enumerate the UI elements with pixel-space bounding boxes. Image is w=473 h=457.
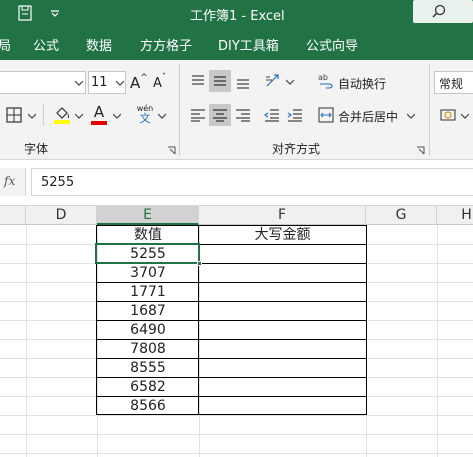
tab-layout[interactable]: 局 bbox=[0, 35, 11, 54]
insert-function-button[interactable]: fx bbox=[0, 168, 26, 196]
grow-font-label: A bbox=[130, 74, 141, 92]
tab-formula-wizard[interactable]: 公式向导 bbox=[306, 35, 358, 54]
svg-text:ab: ab bbox=[318, 73, 328, 82]
column-header-f[interactable]: F bbox=[199, 206, 366, 225]
save-icon[interactable] bbox=[18, 5, 32, 21]
align-right-icon[interactable] bbox=[235, 108, 251, 122]
quick-access-dropdown-icon[interactable] bbox=[50, 8, 60, 18]
align-middle-icon bbox=[214, 76, 226, 86]
align-center-button[interactable] bbox=[209, 104, 231, 126]
column-header-d[interactable]: D bbox=[26, 206, 97, 225]
search-box[interactable] bbox=[413, 0, 473, 23]
font-size-value: 11 bbox=[91, 75, 108, 90]
dialog-launcher-icon[interactable] bbox=[167, 146, 176, 155]
ribbon-home: 11 A ^ Aˇ A wén 文 字体 ab 自动换行 合并后居中 对齐方式 … bbox=[0, 60, 473, 160]
ribbon-tabs: 局 公式 数据 方方格子 DIY工具箱 公式向导 bbox=[0, 27, 473, 60]
chevron-down-icon[interactable] bbox=[28, 113, 36, 119]
number-format-select[interactable]: 常规 bbox=[434, 71, 473, 94]
worksheet-grid[interactable]: D E F G H 数值 大写金额 5255 3707 1771 1687 64… bbox=[0, 206, 473, 457]
align-middle-button[interactable] bbox=[209, 70, 231, 92]
window-title: 工作簿1 - Excel bbox=[190, 9, 285, 24]
alignment-group-label: 对齐方式 bbox=[272, 142, 321, 156]
chevron-down-icon[interactable] bbox=[407, 113, 415, 119]
font-group-label: 字体 bbox=[24, 142, 49, 156]
increase-indent-icon[interactable] bbox=[287, 108, 303, 122]
chevron-down-icon[interactable] bbox=[158, 113, 166, 119]
align-top-icon[interactable] bbox=[190, 74, 206, 90]
chevron-down-icon[interactable] bbox=[461, 113, 469, 119]
chevron-down-icon[interactable] bbox=[113, 113, 121, 119]
shrink-font-label: A bbox=[153, 75, 162, 91]
wrap-text-label[interactable]: 自动换行 bbox=[338, 75, 386, 92]
align-center-icon bbox=[213, 109, 227, 122]
dialog-launcher-icon[interactable] bbox=[416, 146, 425, 155]
title-bar: 工作簿1 - Excel bbox=[0, 0, 473, 27]
font-size-select[interactable]: 11 bbox=[88, 71, 126, 94]
column-header-g[interactable]: G bbox=[366, 206, 437, 225]
orientation-icon[interactable] bbox=[264, 72, 282, 90]
accounting-format-icon[interactable] bbox=[440, 107, 458, 123]
font-color-label: A bbox=[93, 103, 105, 121]
tab-formulas[interactable]: 公式 bbox=[33, 35, 59, 54]
table-cell[interactable]: 8566 bbox=[97, 397, 199, 415]
decrease-indent-icon[interactable] bbox=[264, 108, 280, 122]
font-color-button[interactable]: A bbox=[91, 103, 107, 125]
borders-icon[interactable] bbox=[6, 107, 22, 123]
column-header-e[interactable]: E bbox=[97, 206, 199, 225]
select-all-corner[interactable] bbox=[0, 206, 26, 225]
chevron-down-icon bbox=[116, 80, 124, 86]
chevron-down-icon[interactable] bbox=[75, 113, 83, 119]
table-cell[interactable]: 6490 bbox=[97, 321, 199, 339]
search-icon bbox=[432, 4, 446, 18]
header-cell-amount-uppercase[interactable]: 大写金额 bbox=[199, 226, 366, 244]
tab-diy-toolbox[interactable]: DIY工具箱 bbox=[218, 35, 279, 54]
align-bottom-icon[interactable] bbox=[235, 74, 251, 90]
fill-handle[interactable] bbox=[197, 261, 202, 266]
phonetic-bottom-label: 文 bbox=[139, 112, 151, 125]
wrap-text-icon[interactable]: ab bbox=[318, 72, 334, 90]
table-cell[interactable]: 3707 bbox=[97, 264, 199, 282]
fill-color-icon[interactable] bbox=[53, 105, 71, 125]
grow-font-button[interactable]: A ^ bbox=[130, 72, 148, 94]
fx-label: fx bbox=[4, 174, 16, 188]
active-cell-selection bbox=[95, 243, 200, 264]
column-header-h[interactable]: H bbox=[437, 206, 473, 225]
table-cell[interactable]: 7808 bbox=[97, 340, 199, 358]
tab-data[interactable]: 数据 bbox=[86, 35, 112, 54]
number-format-value: 常规 bbox=[439, 77, 464, 91]
table-cell[interactable]: 6582 bbox=[97, 378, 199, 396]
merge-center-label[interactable]: 合并后居中 bbox=[338, 108, 398, 125]
merge-center-icon[interactable] bbox=[318, 107, 334, 123]
chevron-down-icon[interactable] bbox=[286, 79, 294, 85]
tab-fangfang[interactable]: 方方格子 bbox=[140, 35, 192, 54]
shrink-font-button[interactable]: Aˇ bbox=[153, 72, 166, 94]
table-cell[interactable]: 8555 bbox=[97, 359, 199, 377]
align-left-icon[interactable] bbox=[190, 108, 206, 122]
formula-input[interactable]: 5255 bbox=[31, 168, 473, 196]
font-family-select[interactable] bbox=[0, 71, 86, 94]
formula-value: 5255 bbox=[41, 175, 75, 190]
table-cell[interactable]: 1771 bbox=[97, 283, 199, 301]
chevron-down-icon bbox=[75, 80, 83, 86]
header-cell-value[interactable]: 数值 bbox=[97, 226, 199, 244]
table-cell[interactable]: 1687 bbox=[97, 302, 199, 320]
phonetic-button[interactable]: wén 文 bbox=[134, 104, 156, 126]
formula-bar: fx 5255 bbox=[0, 160, 473, 206]
